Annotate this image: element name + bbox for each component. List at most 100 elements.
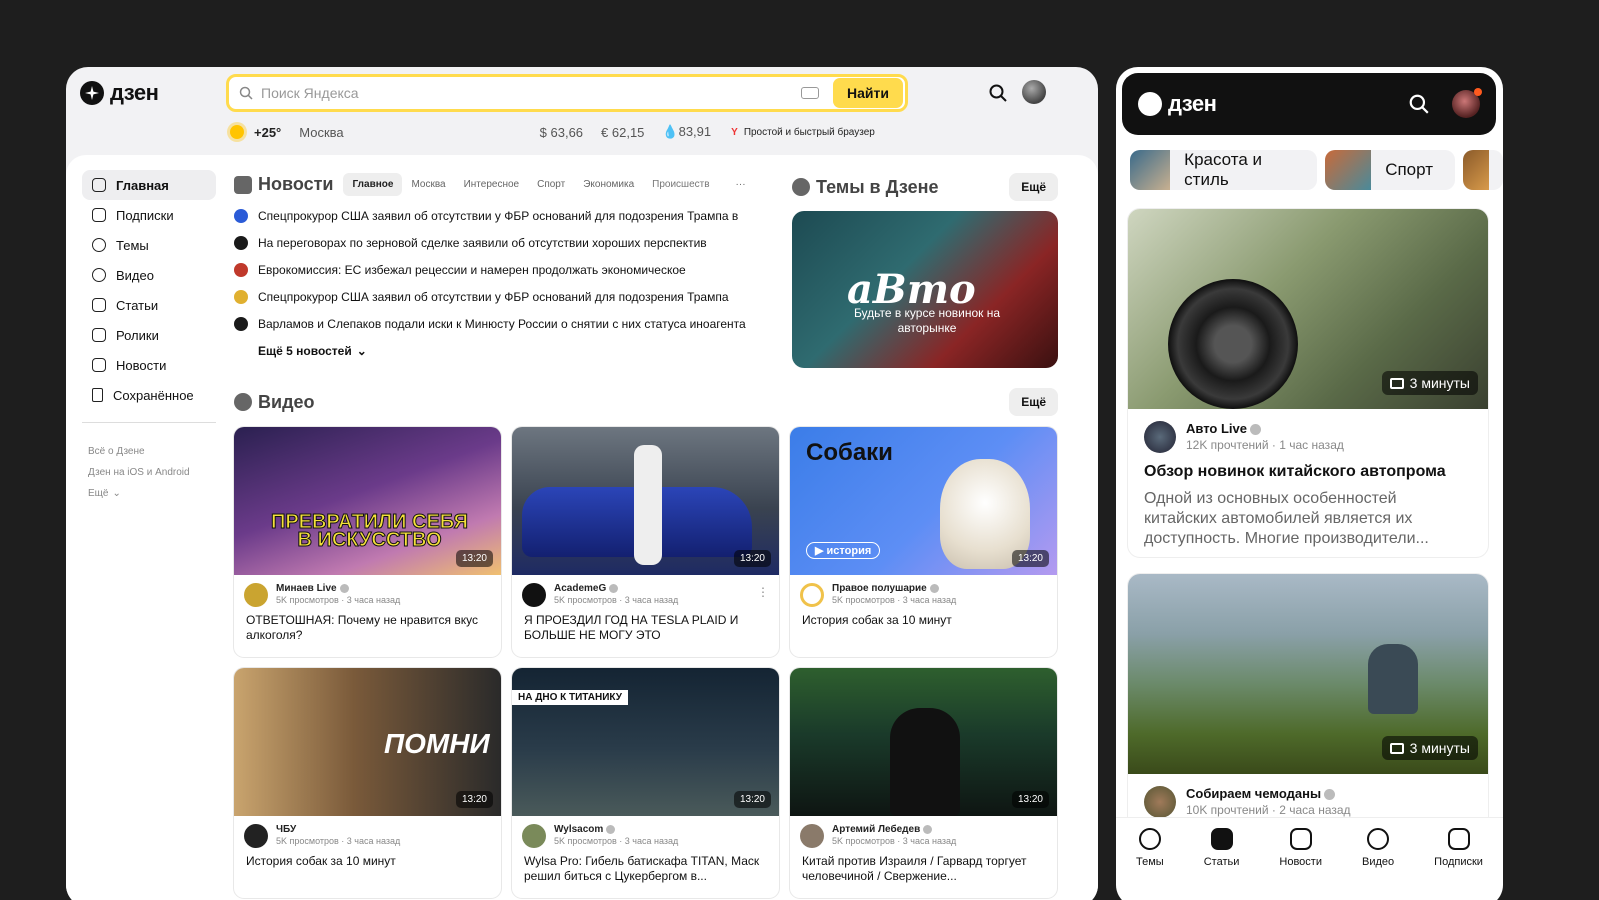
channel-avatar[interactable] <box>522 824 546 848</box>
more-news-button[interactable]: Ещё 5 новостей ⌄ <box>234 337 774 364</box>
channel-avatar[interactable] <box>522 583 546 607</box>
chip-beauty[interactable]: Красота и стиль <box>1130 150 1318 190</box>
user-avatar[interactable] <box>1452 88 1482 118</box>
news-title[interactable]: Новости <box>234 174 333 195</box>
search-icon[interactable] <box>1408 93 1430 115</box>
video-more-button[interactable]: Ещё <box>1009 388 1058 416</box>
sidebar-item-home[interactable]: Главная <box>82 170 216 200</box>
article-card[interactable]: 3 минуты Собираем чемоданы 10K прочтений … <box>1128 574 1488 834</box>
article-image[interactable]: 3 минуты <box>1128 209 1488 409</box>
news-item[interactable]: Еврокомиссия: ЕС избежал рецессии и наме… <box>234 256 774 283</box>
more-options-icon[interactable]: ⋮ <box>757 585 769 599</box>
weather-city[interactable]: Москва <box>299 125 343 140</box>
video-title[interactable]: ОТВЕТОШНАЯ: Почему не нравится вкус алко… <box>234 607 501 643</box>
keyboard-icon[interactable] <box>801 87 819 99</box>
sidebar-item-articles[interactable]: Статьи <box>82 290 216 320</box>
channel-name[interactable]: Правое полушарие <box>832 583 956 594</box>
search-icon[interactable] <box>988 83 1008 103</box>
channel-name[interactable]: Wylsacom <box>554 824 678 835</box>
sidebar-item-video[interactable]: Видео <box>82 260 216 290</box>
about-link[interactable]: Всё о Дзене <box>82 441 216 462</box>
channel-name[interactable]: Минаев Live <box>276 583 400 594</box>
channel-name[interactable]: ЧБУ <box>276 824 400 835</box>
news-item[interactable]: Варламов и Слепаков подали иски к Минюст… <box>234 310 774 337</box>
channel-avatar[interactable] <box>244 583 268 607</box>
chip-sport[interactable]: Спорт <box>1325 150 1455 190</box>
apps-link[interactable]: Дзен на iOS и Android <box>82 462 216 483</box>
person-shape <box>1368 644 1418 714</box>
video-thumbnail[interactable]: 13:20 <box>512 427 779 575</box>
video-card[interactable]: 13:20 AcademeG 5K просмотров · 3 часа наз… <box>512 427 779 657</box>
video-thumbnail[interactable]: 13:20 <box>790 668 1057 816</box>
tab-sport[interactable]: Спорт <box>528 173 574 196</box>
auto-topic-banner[interactable]: аВто Будьте в курсе новинок на авторынке <box>792 211 1058 368</box>
article-snippet[interactable]: Одной из основных особенностей китайских… <box>1128 481 1488 549</box>
article-image[interactable]: 3 минуты <box>1128 574 1488 774</box>
video-title[interactable]: История собак за 10 минут <box>234 848 501 869</box>
article-card[interactable]: 3 минуты Авто Live 12K прочтений · 1 час … <box>1128 209 1488 557</box>
video-card[interactable]: Собаки ▶ история 13:20 Правое полушарие 5… <box>790 427 1057 657</box>
more-tabs-button[interactable]: ··· <box>727 173 755 196</box>
video-thumbnail[interactable]: НА ДНО К ТИТАНИКУ 13:20 <box>512 668 779 816</box>
tab-economy[interactable]: Экономика <box>574 173 643 196</box>
dzen-logo[interactable]: дзен <box>1138 91 1217 117</box>
oil-rate[interactable]: 💧83,91 <box>662 124 711 140</box>
article-title[interactable]: Обзор новинок китайского автопрома <box>1128 453 1488 481</box>
channel-avatar[interactable] <box>800 583 824 607</box>
eur-rate[interactable]: € 62,15 <box>601 125 644 140</box>
sidebar-item-news[interactable]: Новости <box>82 350 216 380</box>
channel-avatar[interactable] <box>1144 421 1176 453</box>
chip-more[interactable] <box>1463 150 1503 190</box>
read-time-badge: 3 минуты <box>1381 371 1478 395</box>
dzen-logo[interactable]: дзен <box>80 79 159 107</box>
browser-promo[interactable]: Y Простой и быстрый браузер <box>731 127 875 138</box>
nav-articles[interactable]: Статьи <box>1204 827 1239 868</box>
video-thumbnail[interactable]: ПРЕВРАТИЛИ СЕБЯ В ИСКУССТВО 13:20 <box>234 427 501 575</box>
video-card[interactable]: 13:20 Артемий Лебедев 5K просмотров · 3 ч… <box>790 668 1057 898</box>
channel-name[interactable]: Артемий Лебедев <box>832 824 956 835</box>
video-card[interactable]: ПОМНИ 13:20 ЧБУ 5K просмотров · 3 часа на… <box>234 668 501 898</box>
video-thumbnail[interactable]: ПОМНИ 13:20 <box>234 668 501 816</box>
story-badge-text: история <box>826 545 872 557</box>
banner-text: Будьте в курсе новинок на авторынке <box>853 306 1001 335</box>
nav-topics[interactable]: Темы <box>1136 827 1164 868</box>
video-card[interactable]: НА ДНО К ТИТАНИКУ 13:20 Wylsacom 5K просм… <box>512 668 779 898</box>
news-item[interactable]: Спецпрокурор США заявил об отсутствии у … <box>234 283 774 310</box>
channel-avatar[interactable] <box>244 824 268 848</box>
video-title[interactable]: Китай против Израиля / Гарвард торгует ч… <box>790 848 1057 884</box>
duration-badge: 13:20 <box>1011 550 1049 567</box>
tab-moscow[interactable]: Москва <box>402 173 454 196</box>
channel-avatar[interactable] <box>1144 786 1176 818</box>
usd-rate[interactable]: $ 63,66 <box>540 125 583 140</box>
news-item[interactable]: Спецпрокурор США заявил об отсутствии у … <box>234 202 774 229</box>
video-title[interactable]: Wylsa Pro: Гибель батискафа TITAN, Маск … <box>512 848 779 884</box>
video-thumbnail[interactable]: Собаки ▶ история 13:20 <box>790 427 1057 575</box>
channel-avatar[interactable] <box>800 824 824 848</box>
user-avatar[interactable] <box>1022 80 1046 104</box>
sidebar-item-subscriptions[interactable]: Подписки <box>82 200 216 230</box>
search-button[interactable]: Найти <box>833 78 903 108</box>
weather-temp[interactable]: +25° <box>254 125 281 140</box>
video-title[interactable]: Я ПРОЕЗДИЛ ГОД НА TESLA PLAID И БОЛЬШЕ Н… <box>512 607 779 643</box>
channel-name[interactable]: Авто Live <box>1186 421 1344 436</box>
tab-interesting[interactable]: Интересное <box>455 173 529 196</box>
topics-title[interactable]: Темы в Дзене <box>792 177 939 198</box>
search-input[interactable] <box>261 85 801 101</box>
channel-name[interactable]: AcademeG <box>554 583 678 594</box>
nav-subscriptions[interactable]: Подписки <box>1434 827 1483 868</box>
tab-main[interactable]: Главное <box>343 173 403 196</box>
news-headline: Еврокомиссия: ЕС избежал рецессии и наме… <box>258 262 686 277</box>
news-item[interactable]: На переговорах по зерновой сделке заявил… <box>234 229 774 256</box>
sidebar-item-shorts[interactable]: Ролики <box>82 320 216 350</box>
channel-name[interactable]: Собираем чемоданы <box>1186 786 1351 801</box>
sidebar-item-saved[interactable]: Сохранённое <box>82 380 216 410</box>
more-link[interactable]: Ещё ⌄ <box>82 483 216 504</box>
tab-incidents[interactable]: Происшеств <box>643 173 718 196</box>
video-title[interactable]: Видео <box>234 392 315 413</box>
sidebar-item-topics[interactable]: Темы <box>82 230 216 260</box>
topics-more-button[interactable]: Ещё <box>1009 173 1058 201</box>
nav-news[interactable]: Новости <box>1279 827 1322 868</box>
video-card[interactable]: ПРЕВРАТИЛИ СЕБЯ В ИСКУССТВО 13:20 Минаев… <box>234 427 501 657</box>
video-title[interactable]: История собак за 10 минут <box>790 607 1057 628</box>
nav-video[interactable]: Видео <box>1362 827 1394 868</box>
